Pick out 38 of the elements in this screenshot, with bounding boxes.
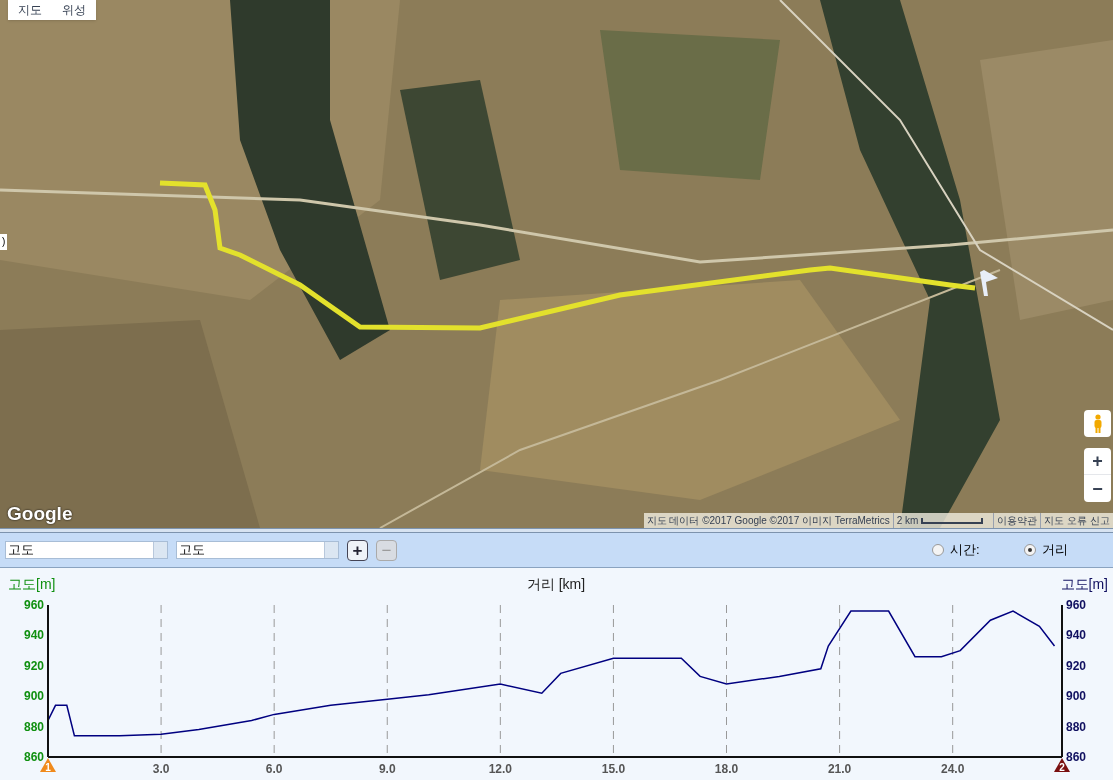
tick-label: 24.0 [941,762,965,776]
tick-label: 960 [23,598,44,612]
scale-bar [921,517,984,524]
axis-title: 고도[m] [1060,576,1108,592]
tick-label: 940 [1066,628,1087,643]
tick-label: 12.0 [488,762,512,776]
tick-label: 9.0 [378,762,396,776]
tick-label: 15.0 [601,762,626,776]
tick-label: 6.0 [265,762,283,776]
map-type-tab[interactable]: 위성 [52,0,96,20]
tick-label: 920 [23,658,44,673]
attribution-text: 지도 데이터 ©2017 Google ©2017 이미지 TerraMetrics [645,514,891,528]
radio-label: 시간: [950,541,980,560]
metric-select[interactable]: 고도 [5,541,168,559]
axis-title: 고도[m] [8,576,56,592]
radio-button[interactable] [932,544,944,556]
google-logo: Google [7,502,73,526]
radio-label: 거리 [1042,541,1068,560]
pegman-button[interactable] [1084,410,1111,437]
zoom-chart-button[interactable]: + [347,539,368,561]
tick-label: 18.0 [714,762,739,776]
zoom-in-button[interactable]: + [1084,448,1111,475]
tick-label: 920 [1066,658,1087,673]
tick-label: 960 [1066,598,1087,612]
tick-label: 940 [23,628,44,643]
tick-label: 900 [1066,689,1087,704]
metric-select[interactable]: 고도 [176,541,339,559]
axis-title: 거리 [km] [526,576,586,592]
tick-label: 880 [1066,719,1087,734]
panel-toggle[interactable]: ) [0,234,8,250]
tick-label: 900 [23,689,44,704]
tick-label: 21.0 [827,762,852,776]
zoom-out-button[interactable]: − [1084,475,1111,502]
tick-label: 880 [23,719,44,734]
radio-button[interactable] [1024,544,1036,556]
person-icon [1092,413,1103,434]
map-type-tab[interactable]: 지도 [8,0,52,20]
tick-label: 3.0 [152,762,170,776]
